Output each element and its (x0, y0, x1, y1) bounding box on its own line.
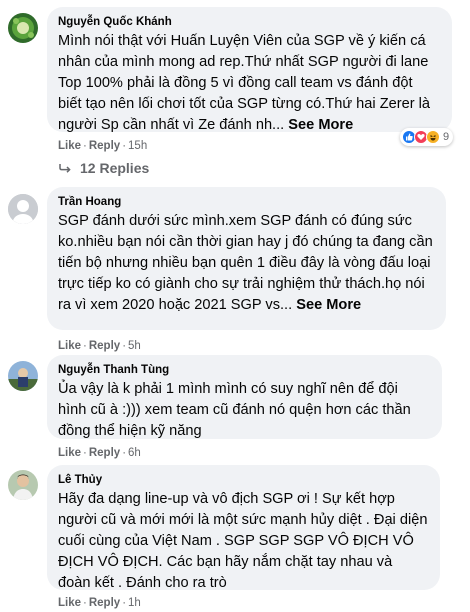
reply-button[interactable]: Reply (89, 140, 120, 152)
like-button[interactable]: Like (58, 597, 81, 609)
avatar[interactable] (8, 194, 38, 224)
avatar[interactable] (8, 470, 38, 500)
comment-actions: Like · Reply · 6h (58, 447, 141, 459)
like-button[interactable]: Like (58, 447, 81, 459)
reply-arrow-icon (59, 164, 71, 173)
like-button[interactable]: Like (58, 340, 81, 352)
comment-actions: Like · Reply · 1h (58, 597, 141, 609)
avatar[interactable] (8, 361, 38, 391)
comment-actions: Like · Reply · 5h (58, 340, 141, 352)
comment-author[interactable]: Nguyễn Thanh Tùng (58, 362, 430, 378)
comment-bubble: Nguyễn Thanh Tùng Ủa vậy là k phải 1 mìn… (47, 355, 442, 439)
comment-timestamp[interactable]: 15h (128, 140, 147, 152)
comment-actions: Like · Reply · 15h (58, 140, 148, 152)
comment-bubble: Trần Hoang SGP đánh dưới sức mình.xem SG… (47, 187, 446, 330)
haha-reaction-icon (426, 130, 440, 144)
comment-author[interactable]: Lê Thủy (58, 472, 428, 488)
comment-text: Ủa vậy là k phải 1 mình mình có suy nghĩ… (58, 381, 411, 439)
comment-author[interactable]: Trần Hoang (58, 194, 434, 210)
comment-bubble: Nguyễn Quốc Khánh Mình nói thật với Huấn… (47, 7, 452, 133)
default-avatar-icon (8, 194, 38, 224)
see-more-link[interactable]: See More (288, 117, 353, 133)
view-replies-button[interactable]: 12 Replies (58, 160, 149, 176)
reactions-summary[interactable]: 9 (400, 128, 454, 146)
comment-text: Mình nói thật với Huấn Luyện Viên của SG… (58, 33, 430, 133)
reply-button[interactable]: Reply (89, 597, 120, 609)
comment-timestamp[interactable]: 1h (128, 597, 141, 609)
like-button[interactable]: Like (58, 140, 81, 152)
reply-button[interactable]: Reply (89, 340, 120, 352)
replies-count-label[interactable]: 12 Replies (80, 160, 149, 176)
comment-bubble: Lê Thủy Hãy đa dạng line-up và vô địch S… (47, 465, 440, 591)
comment-text: SGP đánh dưới sức mình.xem SGP đánh có đ… (58, 213, 433, 313)
comment-timestamp[interactable]: 6h (128, 447, 141, 459)
reply-button[interactable]: Reply (89, 447, 120, 459)
comment-author[interactable]: Nguyễn Quốc Khánh (58, 14, 440, 30)
avatar[interactable] (8, 13, 38, 43)
see-more-link[interactable]: See More (296, 297, 361, 313)
comment-text: Hãy đa dạng line-up và vô địch SGP ơi ! … (58, 491, 428, 591)
comment-timestamp[interactable]: 5h (128, 340, 141, 352)
reactions-count: 9 (443, 131, 450, 143)
